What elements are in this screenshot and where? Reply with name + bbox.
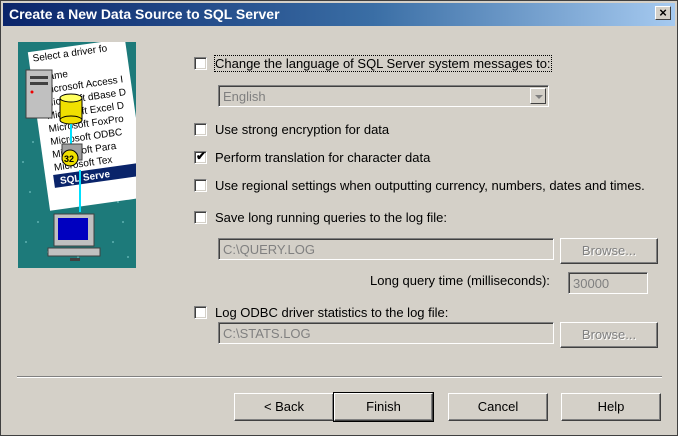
log-driver-stats-checkbox[interactable]	[194, 305, 207, 319]
title-bar[interactable]: Create a New Data Source to SQL Server ×	[3, 3, 675, 26]
perform-translation-row[interactable]: ✔ Perform translation for character data	[194, 148, 430, 166]
strong-encryption-row[interactable]: Use strong encryption for data	[194, 120, 389, 138]
close-icon: ×	[659, 5, 667, 20]
cancel-button[interactable]: Cancel	[448, 393, 548, 421]
strong-encryption-label: Use strong encryption for data	[215, 121, 390, 137]
stats-log-path-field[interactable]: C:\STATS.LOG	[218, 322, 554, 344]
perform-translation-checkbox[interactable]: ✔	[194, 148, 207, 164]
strong-encryption-checkbox[interactable]	[194, 122, 207, 136]
close-button[interactable]: ×	[655, 6, 671, 20]
long-query-time-label: Long query time (milliseconds):	[370, 273, 550, 288]
language-combo[interactable]: English	[218, 85, 549, 107]
checkmark-icon: ✔	[196, 148, 207, 163]
regional-settings-row[interactable]: Use regional settings when outputting cu…	[194, 176, 645, 194]
browse-stats-log-button[interactable]: Browse...	[560, 322, 658, 348]
regional-settings-checkbox[interactable]	[194, 178, 207, 192]
window-title: Create a New Data Source to SQL Server	[9, 6, 280, 22]
log-driver-stats-label: Log ODBC driver statistics to the log fi…	[215, 304, 449, 320]
browse-query-log-button[interactable]: Browse...	[560, 238, 658, 264]
change-language-row[interactable]: Change the language of SQL Server system…	[194, 54, 552, 72]
change-language-label: Change the language of SQL Server system…	[214, 54, 552, 72]
save-long-queries-checkbox[interactable]	[194, 210, 207, 224]
regional-settings-label: Use regional settings when outputting cu…	[215, 177, 645, 193]
log-driver-stats-row[interactable]: Log ODBC driver statistics to the log fi…	[194, 303, 448, 321]
computer-icon	[47, 213, 101, 261]
back-button[interactable]: < Back	[234, 393, 334, 421]
query-log-path-field[interactable]: C:\QUERY.LOG	[218, 238, 554, 260]
save-long-queries-label: Save long running queries to the log fil…	[215, 209, 447, 225]
driver-badge: 32	[64, 154, 74, 164]
save-long-queries-row[interactable]: Save long running queries to the log fil…	[194, 208, 447, 226]
finish-button[interactable]: Finish	[333, 392, 434, 422]
chevron-down-icon[interactable]	[530, 88, 546, 104]
divider	[17, 376, 662, 378]
change-language-checkbox[interactable]	[194, 56, 207, 70]
long-query-time-field[interactable]: 30000	[568, 272, 648, 294]
wizard-illustration: Select a driver fo Name Microsoft Access…	[18, 42, 136, 268]
dialog-window: Create a New Data Source to SQL Server ×…	[0, 0, 678, 436]
help-button[interactable]: Help	[561, 393, 661, 421]
database-icon	[59, 93, 83, 125]
server-icon	[25, 69, 53, 119]
language-combo-value: English	[223, 89, 266, 104]
perform-translation-label: Perform translation for character data	[215, 149, 431, 165]
